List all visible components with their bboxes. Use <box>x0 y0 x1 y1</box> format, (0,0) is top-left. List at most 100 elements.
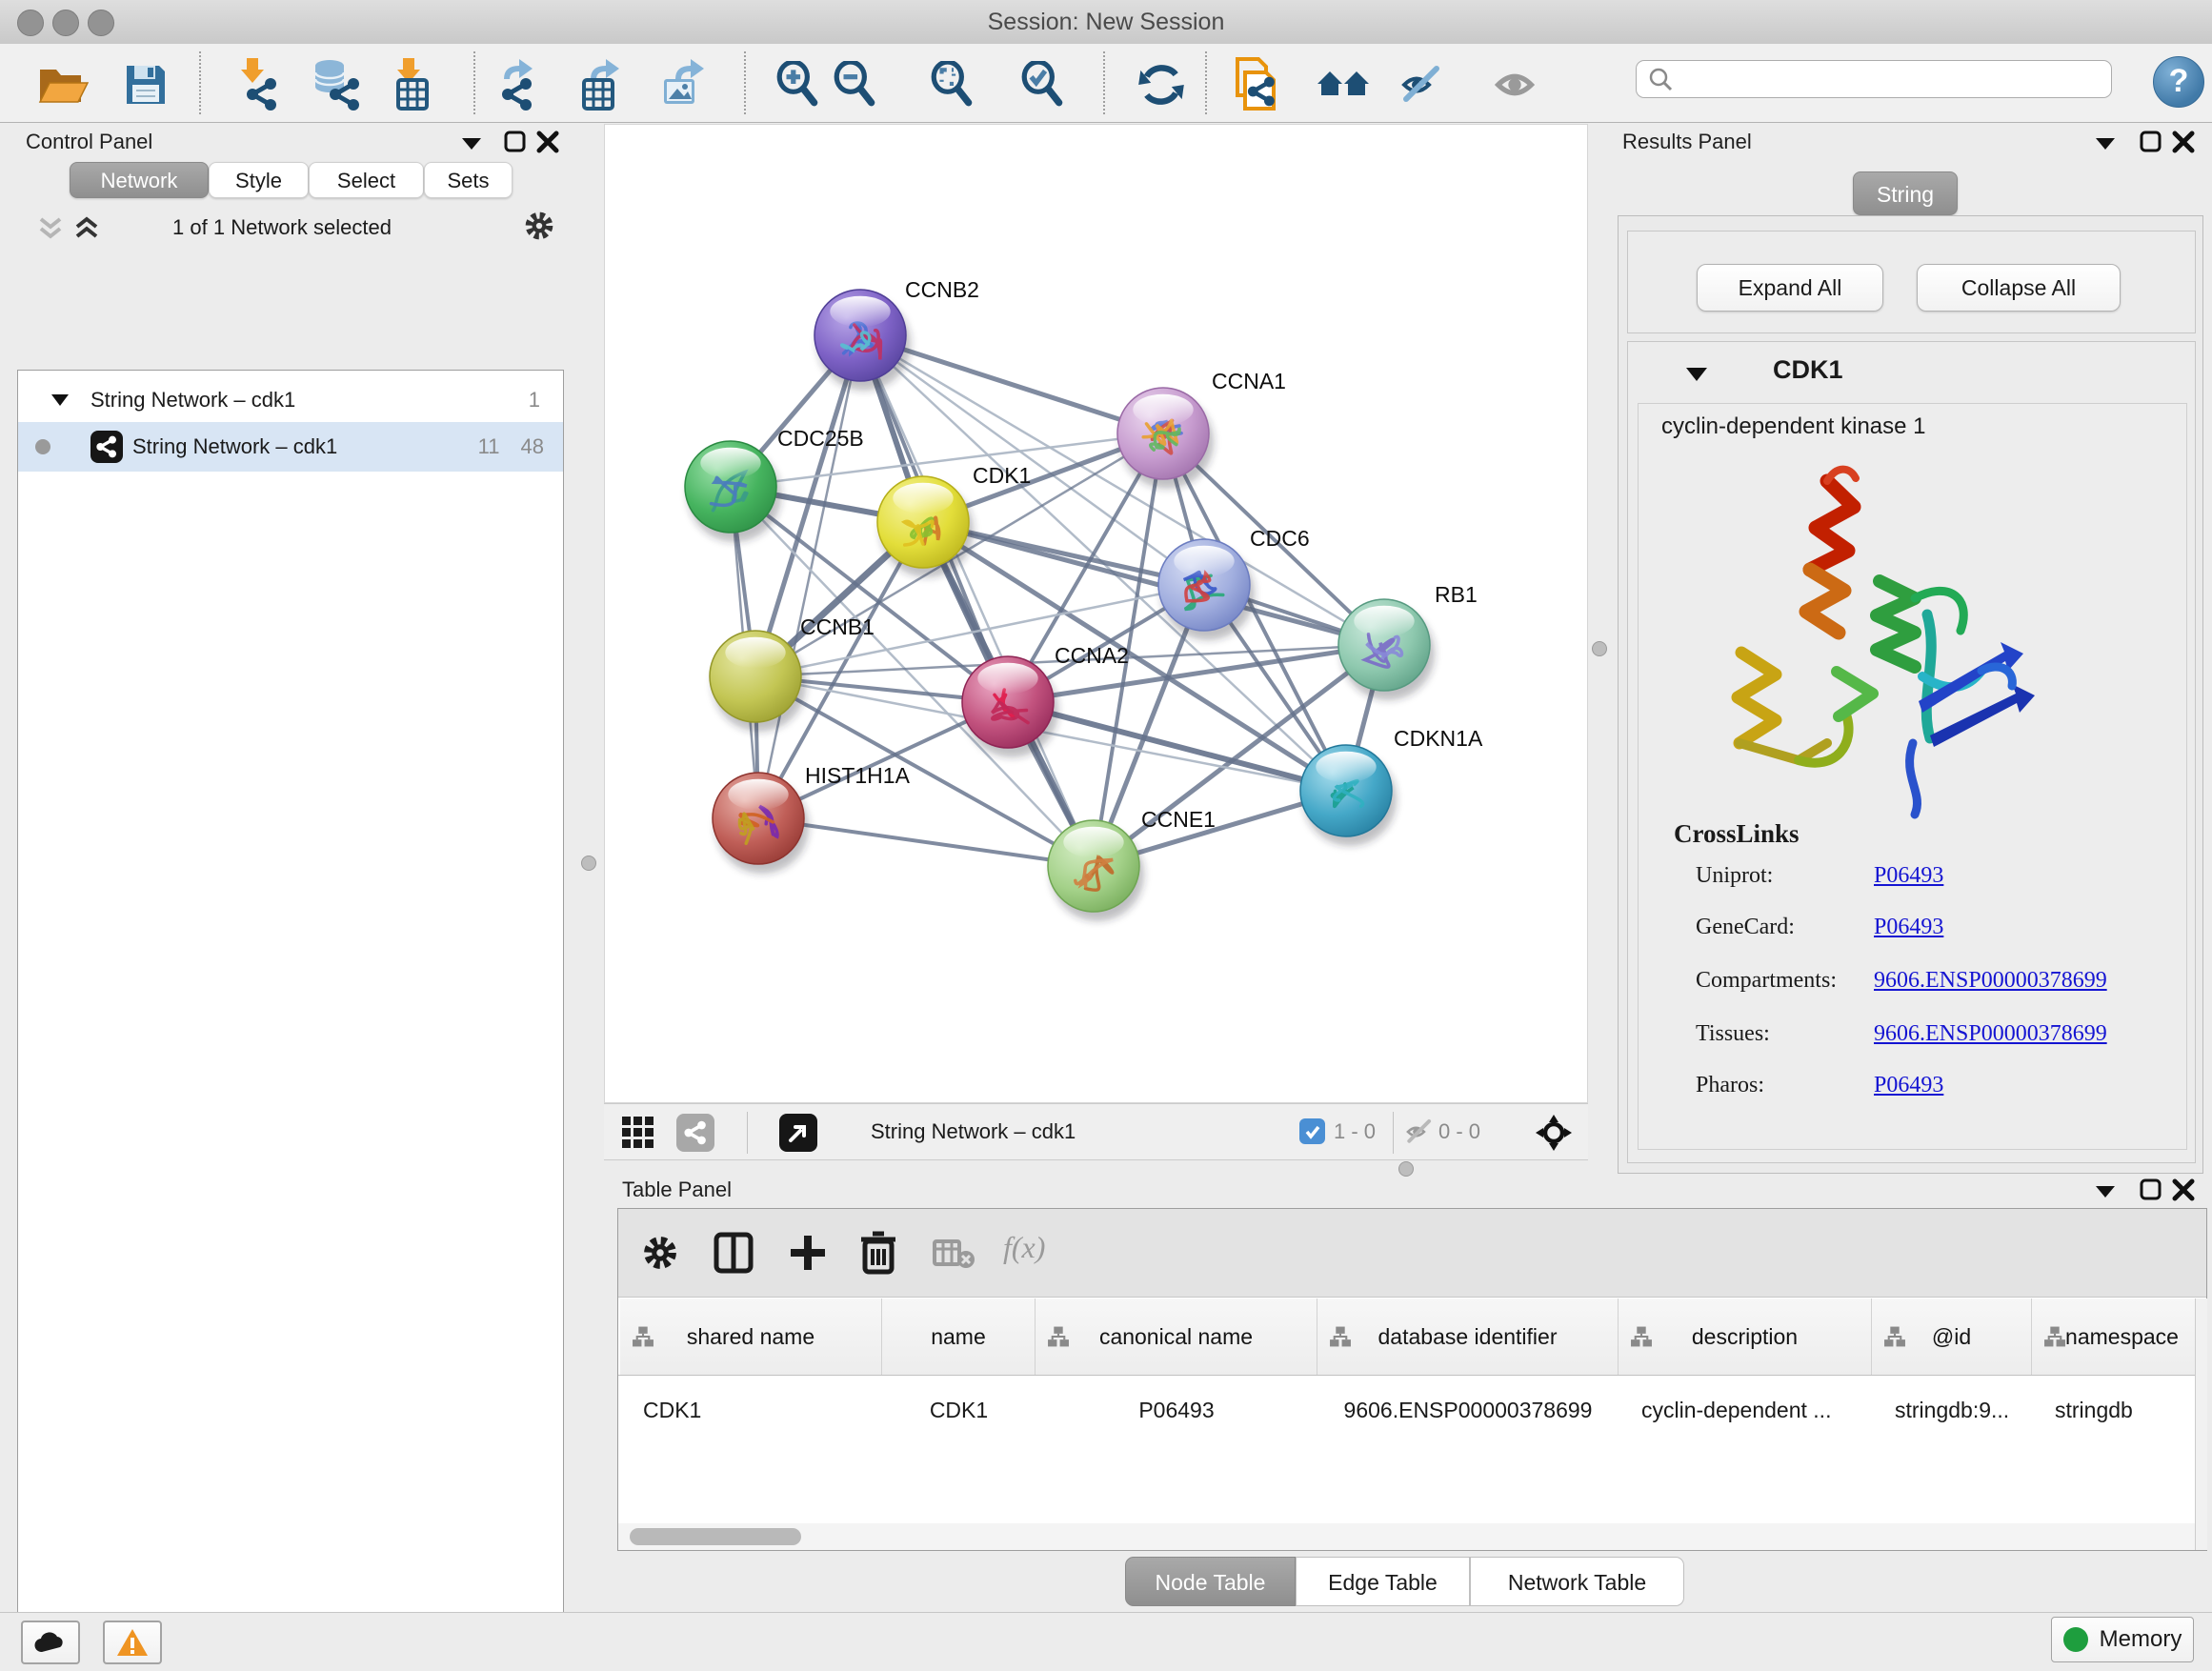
new-network-from-selection-button[interactable] <box>1228 57 1283 112</box>
tab-network[interactable]: Network <box>70 162 209 198</box>
table-options-gear-icon[interactable] <box>641 1234 679 1272</box>
table-cell[interactable]: cyclin-dependent ... <box>1619 1376 1895 1444</box>
string-results-container: Expand All Collapse All CDK1 cyclin-depe… <box>1618 215 2203 1174</box>
network-node-CCNA1[interactable] <box>1117 388 1214 489</box>
zoom-selected-button[interactable] <box>1016 57 1071 112</box>
search-field[interactable] <box>1636 60 2112 98</box>
open-file-button[interactable] <box>35 57 90 112</box>
expand-all-button[interactable]: Expand All <box>1697 264 1883 312</box>
table-cell[interactable]: 9606.ENSP00000378699 <box>1317 1376 1619 1444</box>
network-edge[interactable] <box>923 522 1384 645</box>
network-node-HIST1H1A[interactable] <box>713 773 809 874</box>
tab-style[interactable]: Style <box>209 162 309 198</box>
column-header--id[interactable]: @id <box>1872 1299 2032 1375</box>
zoom-in-button[interactable] <box>771 57 826 112</box>
crosslink-link[interactable]: 9606.ENSP00000378699 <box>1874 1021 2107 1047</box>
crosslink-link[interactable]: 9606.ENSP00000378699 <box>1874 968 2107 994</box>
export-image-button[interactable] <box>655 57 711 112</box>
hide-selected-button[interactable] <box>1396 57 1451 112</box>
crosslink-link[interactable]: P06493 <box>1874 1073 1943 1098</box>
protein-structure-image <box>1684 457 2046 829</box>
import-network-from-file-button[interactable] <box>229 57 284 112</box>
panel-menu-icon[interactable] <box>461 136 482 151</box>
string-panel-toggle-icon[interactable] <box>676 1114 714 1152</box>
warnings-button[interactable] <box>103 1621 162 1664</box>
table-cell[interactable]: CDK1 <box>882 1376 1036 1444</box>
zoom-out-button[interactable] <box>828 57 883 112</box>
column-header-canonical-name[interactable]: canonical name <box>1036 1299 1317 1375</box>
cloud-services-button[interactable] <box>21 1621 80 1664</box>
table-cell[interactable]: stringdb:9... <box>1872 1376 2055 1444</box>
memory-status-button[interactable]: Memory <box>2051 1617 2194 1662</box>
network-node-CCNE1[interactable] <box>1048 820 1144 921</box>
tab-select[interactable]: Select <box>309 162 424 198</box>
network-node-CDC25B[interactable] <box>685 441 781 542</box>
column-header-shared-name[interactable]: shared name <box>620 1299 882 1375</box>
scrollbar-thumb[interactable] <box>630 1528 801 1545</box>
zoom-fit-button[interactable] <box>925 57 980 112</box>
right-splitter-handle[interactable] <box>1592 641 1607 656</box>
function-builder-button[interactable]: f(x) <box>1003 1230 1045 1265</box>
tab-string[interactable]: String <box>1853 171 1958 215</box>
column-header-description[interactable]: description <box>1619 1299 1872 1375</box>
selected-checkbox-icon[interactable] <box>1299 1118 1325 1144</box>
delete-column-icon[interactable] <box>858 1230 898 1276</box>
collection-expand-icon[interactable] <box>50 393 70 408</box>
first-neighbors-button[interactable] <box>1316 57 1371 112</box>
float-panel-icon[interactable] <box>2139 130 2163 154</box>
crosslink-label: Tissues: <box>1696 1021 1770 1047</box>
create-column-icon[interactable] <box>788 1232 828 1274</box>
import-network-from-database-button[interactable] <box>308 57 363 112</box>
birdseye-view-icon[interactable] <box>621 1116 655 1150</box>
table-vertical-scrollbar[interactable] <box>2195 1299 2207 1550</box>
left-splitter-handle[interactable] <box>581 856 596 871</box>
close-panel-icon[interactable] <box>2171 1178 2196 1202</box>
close-panel-icon[interactable] <box>2171 130 2196 154</box>
gene-description: cyclin-dependent kinase 1 <box>1661 413 1926 440</box>
crosslink-link[interactable]: P06493 <box>1874 915 1943 940</box>
tab-sets[interactable]: Sets <box>424 162 513 198</box>
column-header-name[interactable]: name <box>882 1299 1036 1375</box>
table-cell[interactable]: CDK1 <box>620 1376 905 1444</box>
crosslink-label: Compartments: <box>1696 968 1837 994</box>
crosslinks-title: CrossLinks <box>1674 819 1800 849</box>
column-header-namespace[interactable]: namespace <box>2032 1299 2195 1375</box>
network-node-CDC6[interactable] <box>1158 539 1255 640</box>
main-toolbar: ? <box>0 44 2212 123</box>
network-graph[interactable]: CCNB2CCNA1CDC25BCDK1CDC6RB1CCNB1CCNA2CDK… <box>604 124 1588 1103</box>
float-panel-icon[interactable] <box>503 130 528 154</box>
export-table-button[interactable] <box>573 57 628 112</box>
table-cell[interactable]: stringdb <box>2032 1376 2195 1444</box>
delete-table-icon[interactable] <box>933 1238 976 1270</box>
table-row[interactable]: CDK1CDK1P064939606.ENSP00000378699cyclin… <box>618 1376 2195 1444</box>
network-node-CDKN1A[interactable] <box>1300 745 1397 846</box>
show-all-button[interactable] <box>1487 57 1542 112</box>
float-panel-icon[interactable] <box>2139 1178 2163 1202</box>
tab-edge-table[interactable]: Edge Table <box>1296 1557 1470 1606</box>
save-session-button[interactable] <box>118 57 173 112</box>
network-collection-row[interactable]: String Network – cdk1 1 <box>18 378 563 422</box>
network-options-gear-icon[interactable] <box>523 210 555 242</box>
show-columns-icon[interactable] <box>714 1232 754 1274</box>
table-horizontal-scrollbar[interactable] <box>618 1523 2195 1550</box>
panel-menu-icon[interactable] <box>2095 136 2116 151</box>
close-panel-icon[interactable] <box>535 130 560 154</box>
crosslink-link[interactable]: P06493 <box>1874 863 1943 889</box>
fit-selected-crosshair-icon[interactable] <box>1536 1115 1572 1151</box>
help-button[interactable]: ? <box>2153 56 2204 108</box>
network-node-RB1[interactable] <box>1338 599 1435 700</box>
collapse-all-button[interactable]: Collapse All <box>1917 264 2121 312</box>
export-network-button[interactable] <box>490 57 545 112</box>
search-input[interactable] <box>1673 66 2096 92</box>
tab-node-table[interactable]: Node Table <box>1125 1557 1296 1606</box>
network-node-CDK1[interactable] <box>877 476 974 577</box>
tab-network-table[interactable]: Network Table <box>1470 1557 1684 1606</box>
apply-layout-button[interactable] <box>1134 57 1189 112</box>
table-cell[interactable]: P06493 <box>1036 1376 1317 1444</box>
column-header-database-identifier[interactable]: database identifier <box>1317 1299 1619 1375</box>
import-table-from-file-button[interactable] <box>383 57 438 112</box>
open-in-browser-icon[interactable] <box>779 1114 817 1152</box>
entry-collapse-icon[interactable] <box>1685 366 1708 383</box>
network-row-selected[interactable]: String Network – cdk1 11 48 <box>18 422 563 472</box>
panel-menu-icon[interactable] <box>2095 1184 2116 1199</box>
